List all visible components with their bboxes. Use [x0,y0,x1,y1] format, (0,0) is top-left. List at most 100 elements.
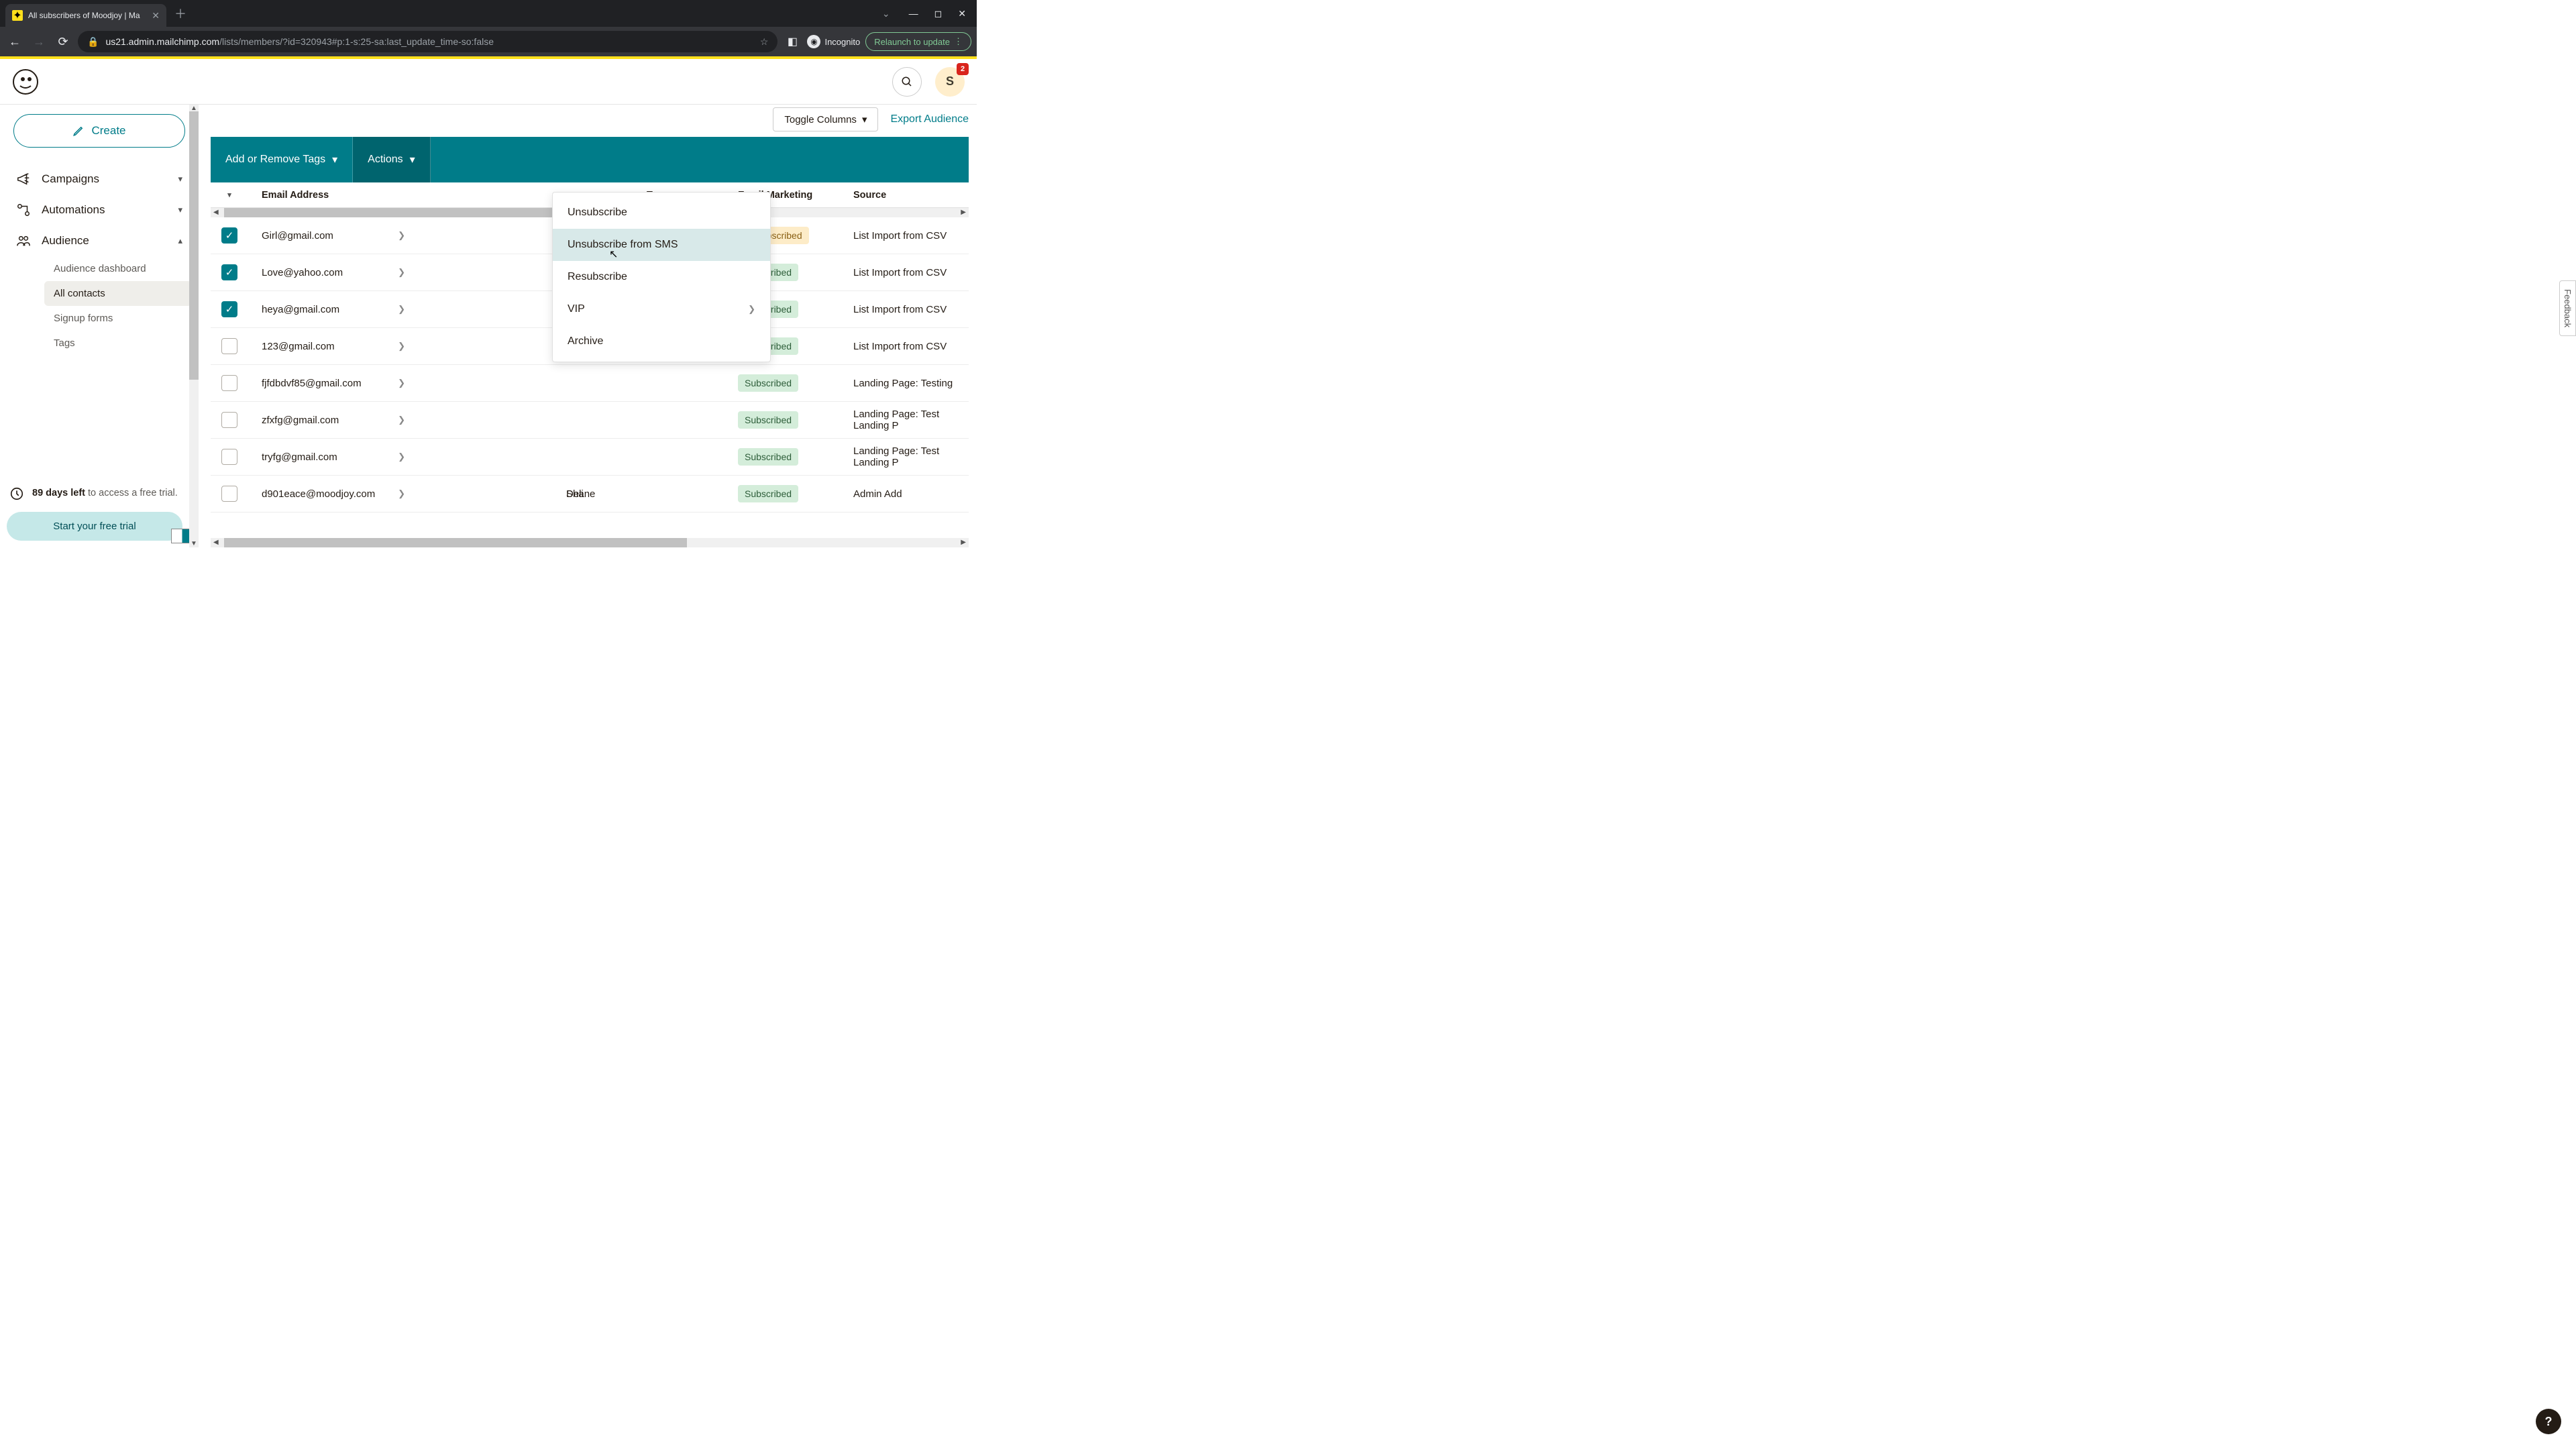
horizontal-scrollbar-bottom[interactable]: ◀ ▶ [211,538,969,547]
dropdown-item-vip[interactable]: VIP❯ [553,293,770,325]
chevron-right-icon[interactable]: ❯ [398,451,405,462]
scroll-up-arrow-icon[interactable]: ▲ [189,105,199,112]
close-window-icon[interactable]: ✕ [958,8,966,19]
trial-text: to access a free trial. [85,488,178,498]
scroll-right-arrow-icon[interactable]: ▶ [961,209,966,216]
bookmark-star-icon[interactable]: ☆ [760,36,769,48]
forward-button[interactable]: → [30,32,48,51]
back-button[interactable]: ← [5,32,24,51]
row-checkbox[interactable] [221,375,237,391]
automation-icon [16,203,31,217]
incognito-icon: ◉ [807,35,820,48]
table-row[interactable]: tryfg@gmail.com❯ Subscribed Landing Page… [211,439,969,476]
chevron-down-icon: ▾ [862,113,867,125]
email-cell: fjfdbdvf85@gmail.com [248,378,362,389]
toggle-columns-label: Toggle Columns [784,114,857,125]
sidebar-item-campaigns[interactable]: Campaigns ▾ [7,164,192,195]
chevron-right-icon[interactable]: ❯ [398,304,405,315]
dropdown-item-unsubscribe-sms[interactable]: Unsubscribe from SMS [553,229,770,261]
chevron-right-icon[interactable]: ❯ [398,415,405,425]
maximize-icon[interactable]: ◻ [934,8,943,19]
source-cell: Landing Page: Testing [853,378,969,389]
url-host: us21.admin.mailchimp.com [105,36,219,47]
scroll-right-arrow-icon[interactable]: ▶ [961,539,966,546]
pencil-icon [72,125,85,137]
scroll-thumb[interactable] [189,111,199,380]
sidebar-sub-contacts[interactable]: All contacts [44,281,192,306]
email-cell: Girl@gmail.com [248,230,333,241]
chevron-down-icon: ▾ [178,205,182,215]
create-button[interactable]: Create [13,114,185,148]
email-cell: 123@gmail.com [248,341,335,352]
row-checkbox[interactable]: ✓ [221,227,237,244]
row-checkbox[interactable] [221,338,237,354]
tab-list-chevron-icon[interactable]: ⌄ [882,8,890,19]
dropdown-item-unsubscribe[interactable]: Unsubscribe [553,197,770,229]
chevron-right-icon[interactable]: ❯ [398,341,405,352]
scroll-left-arrow-icon[interactable]: ◀ [213,209,219,216]
chevron-right-icon[interactable]: ❯ [398,230,405,241]
status-badge: Subscribed [738,374,798,392]
add-remove-tags-button[interactable]: Add or Remove Tags ▾ [211,137,353,182]
chevron-right-icon[interactable]: ❯ [398,267,405,278]
email-cell: Love@yahoo.com [248,267,343,278]
toggle-columns-button[interactable]: Toggle Columns ▾ [773,107,878,131]
mailchimp-logo-icon[interactable] [12,68,39,95]
email-cell: d901eace@moodjoy.com [248,488,375,500]
row-checkbox[interactable] [221,486,237,502]
chevron-down-icon: ▾ [410,153,415,166]
create-label: Create [91,124,125,138]
sidebar-item-audience[interactable]: Audience ▴ [7,225,192,256]
clock-icon [9,486,24,501]
export-audience-button[interactable]: Export Audience [890,113,969,125]
notification-badge: 2 [957,63,969,75]
close-tab-icon[interactable]: ✕ [152,10,160,21]
chevron-right-icon[interactable]: ❯ [398,488,405,499]
megaphone-icon [16,172,31,186]
table-row[interactable]: d901eace@moodjoy.com❯ Shane Deli Subscri… [211,476,969,513]
actions-button[interactable]: Actions ▾ [353,137,431,182]
relaunch-button[interactable]: Relaunch to update ⋮ [865,32,971,51]
sidebar-scrollbar[interactable]: ▲ ▼ [189,105,199,547]
chevron-right-icon[interactable]: ❯ [398,378,405,388]
col-header-source[interactable]: Source [853,190,969,201]
sidebar-sub-dashboard[interactable]: Audience dashboard [44,256,192,281]
sidebar-sub-signup[interactable]: Signup forms [44,306,192,331]
tags-btn-label: Add or Remove Tags [225,154,325,166]
relaunch-label: Relaunch to update [874,37,950,47]
start-trial-button[interactable]: Start your free trial [7,512,182,541]
reload-button[interactable]: ⟳ [54,32,72,51]
lock-icon: 🔒 [87,36,99,48]
feedback-tab[interactable]: Feedback [2559,280,2576,336]
scroll-thumb[interactable] [224,538,687,547]
chevron-down-icon: ▾ [227,191,231,199]
search-icon [901,76,913,88]
select-all-toggle[interactable]: ▾ [211,191,248,199]
sidebar-label: Campaigns [42,172,99,186]
row-checkbox[interactable] [221,449,237,465]
row-checkbox[interactable]: ✓ [221,301,237,317]
extensions-icon[interactable]: ◧ [783,32,802,51]
dropdown-item-archive[interactable]: Archive [553,325,770,358]
search-button[interactable] [892,67,922,97]
minimize-icon[interactable]: — [909,8,918,19]
chevron-down-icon: ▾ [332,153,337,166]
color-widget[interactable] [171,529,190,543]
scroll-down-arrow-icon[interactable]: ▼ [189,540,199,547]
profile-avatar[interactable]: S 2 [935,67,965,97]
sidebar-item-automations[interactable]: Automations ▾ [7,195,192,225]
row-checkbox[interactable] [221,412,237,428]
sidebar-sub-tags[interactable]: Tags [44,331,192,356]
help-button[interactable]: ? [2536,1409,2561,1434]
dd-label: VIP [568,303,585,315]
kebab-icon: ⋮ [954,36,963,47]
address-bar[interactable]: 🔒 us21.admin.mailchimp.com/lists/members… [78,31,777,52]
table-row[interactable]: fjfdbdvf85@gmail.com ❯ Subscribed Landing… [211,365,969,402]
col-header-email[interactable]: Email Address [248,190,419,201]
row-checkbox[interactable]: ✓ [221,264,237,280]
table-row[interactable]: zfxfg@gmail.com❯ Subscribed Landing Page… [211,402,969,439]
new-tab-button[interactable]: ＋ [166,5,195,22]
dropdown-item-resubscribe[interactable]: Resubscribe [553,261,770,293]
browser-tab[interactable]: ✦ All subscribers of Moodjoy | Ma ✕ [5,4,166,27]
scroll-left-arrow-icon[interactable]: ◀ [213,539,219,546]
